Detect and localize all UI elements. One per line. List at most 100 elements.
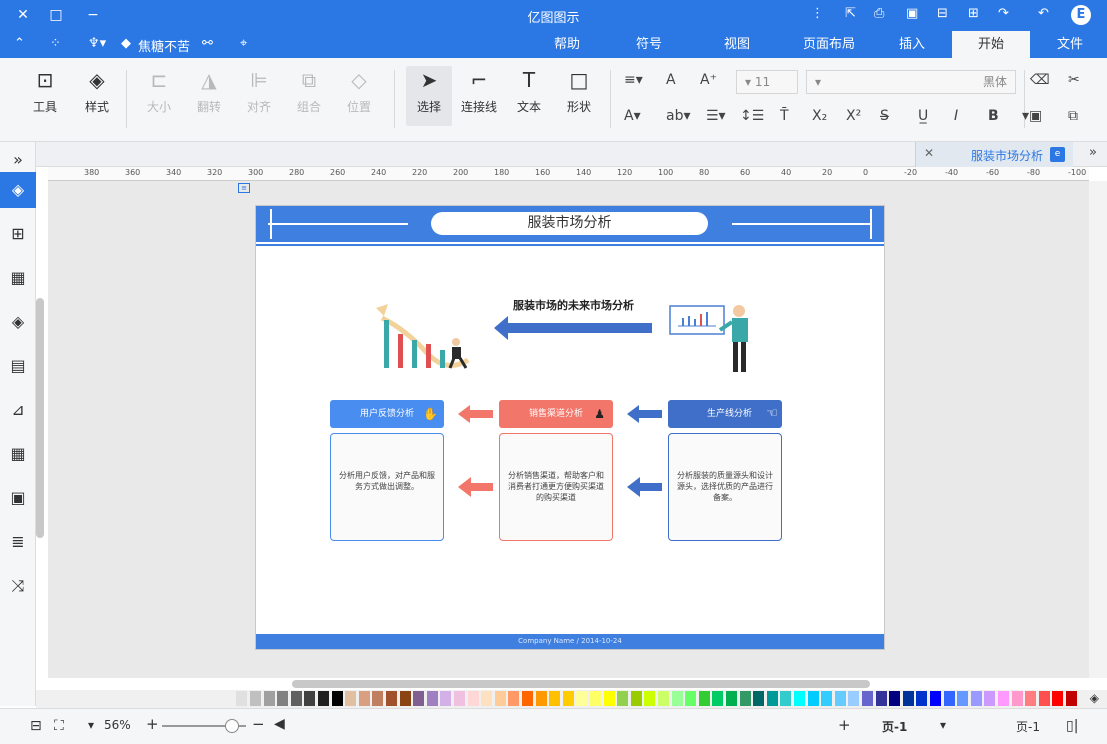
tab-view[interactable]: 视图 <box>700 31 774 58</box>
sidebar-scrollbar[interactable] <box>36 298 44 538</box>
tab-file[interactable]: 文件 <box>1033 31 1107 58</box>
tab-page-layout[interactable]: 页面布局 <box>786 31 872 58</box>
color-swatch[interactable] <box>562 691 574 706</box>
color-swatch[interactable] <box>331 691 343 706</box>
color-swatch[interactable] <box>930 691 941 706</box>
add-page-icon[interactable]: + <box>838 716 851 734</box>
fit-page-icon[interactable]: ⊟ <box>30 718 42 734</box>
underline-icon[interactable]: U̲ <box>918 108 928 124</box>
color-swatch[interactable] <box>998 691 1009 706</box>
tab-symbol[interactable]: 符号 <box>612 31 686 58</box>
color-swatch[interactable] <box>413 691 425 706</box>
cut-icon[interactable]: ✂ <box>1068 72 1080 88</box>
sales-channel-header[interactable]: 销售渠道分析 ♟ <box>499 400 613 428</box>
color-swatch[interactable] <box>576 691 588 706</box>
color-swatch[interactable] <box>1038 691 1050 706</box>
highlight-icon[interactable]: ab▾ <box>666 108 691 124</box>
color-swatch[interactable] <box>630 691 642 706</box>
page-icon[interactable]: ▤ <box>6 354 30 378</box>
color-swatch[interactable] <box>916 691 928 706</box>
print-icon[interactable]: ⎙ <box>874 6 884 21</box>
color-swatch[interactable] <box>943 691 955 706</box>
zoom-dropdown-icon[interactable]: ▾ <box>88 718 94 732</box>
tools-button[interactable]: ⊡ 工具 <box>22 66 68 115</box>
outline-icon[interactable]: ≣ <box>6 530 30 554</box>
color-swatch[interactable] <box>603 691 615 706</box>
color-swatch[interactable] <box>766 691 778 706</box>
color-swatch[interactable] <box>821 691 833 706</box>
color-swatch[interactable] <box>957 691 969 706</box>
font-shrink-icon[interactable]: A <box>666 72 676 88</box>
tab-help[interactable]: 帮助 <box>530 31 604 58</box>
color-swatch[interactable] <box>889 691 901 706</box>
document-tab[interactable]: ✕ 服装市场分析 e <box>915 142 1073 167</box>
color-swatch[interactable] <box>698 691 710 706</box>
text-format-icon[interactable]: T̄ <box>780 108 789 124</box>
size-button[interactable]: ⊏ 大小 <box>136 66 182 115</box>
vertical-scroll-track[interactable] <box>1089 181 1107 678</box>
subscript-icon[interactable]: X₂ <box>812 108 827 124</box>
color-swatch[interactable] <box>440 691 452 706</box>
align-button[interactable]: ⊫ 对齐 <box>236 66 282 115</box>
table-icon[interactable]: ▦ <box>6 442 30 466</box>
page-tab[interactable]: 页-1 <box>882 718 907 735</box>
color-swatch[interactable] <box>399 691 411 706</box>
color-swatch[interactable] <box>984 691 996 706</box>
horizontal-scrollbar[interactable] <box>292 680 870 688</box>
font-size-select[interactable]: ▾ 11 <box>736 70 798 94</box>
pin-icon[interactable]: ⌖ <box>240 36 247 51</box>
color-swatch[interactable] <box>304 691 316 706</box>
style-button[interactable]: ◈ 样式 <box>74 66 120 115</box>
open-icon[interactable]: ⊟ <box>937 6 948 21</box>
color-swatch[interactable] <box>671 691 683 706</box>
connector-button[interactable]: ⌐ 连接线 <box>456 66 502 115</box>
share-icon[interactable]: ⚯ <box>202 36 213 51</box>
color-swatch[interactable] <box>508 691 520 706</box>
color-swatch[interactable] <box>386 691 397 706</box>
undo-icon[interactable]: ↶ <box>1038 6 1049 21</box>
position-button[interactable]: ◇ 位置 <box>336 66 382 115</box>
line-spacing-icon[interactable]: ↕☰ <box>740 108 764 124</box>
close-tab-icon[interactable]: ✕ <box>924 146 934 160</box>
color-swatch[interactable] <box>875 691 887 706</box>
color-swatch[interactable] <box>535 691 547 706</box>
user-feedback-header[interactable]: 用户反馈分析 ✋ <box>330 400 444 428</box>
save-icon[interactable]: ▣ <box>906 6 918 21</box>
font-name-select[interactable]: ▾ 黑体 <box>806 70 1016 94</box>
image-icon[interactable]: ▦ <box>6 266 30 290</box>
color-swatch[interactable] <box>1025 691 1037 706</box>
play-icon[interactable]: ◀ <box>274 716 285 732</box>
font-color-icon[interactable]: A▾ <box>624 108 641 124</box>
color-swatch[interactable] <box>848 691 860 706</box>
zoom-slider-handle[interactable] <box>225 719 239 733</box>
color-swatch[interactable] <box>481 691 493 706</box>
list-icon[interactable]: ☰▾ <box>706 108 726 124</box>
copy-icon[interactable]: ⧉ <box>1068 108 1078 124</box>
expand-panel-icon[interactable]: » <box>6 148 30 172</box>
font-grow-icon[interactable]: A⁺ <box>700 72 717 88</box>
color-swatch[interactable] <box>617 691 629 706</box>
layers-icon[interactable]: ◈ <box>6 310 30 334</box>
color-swatch[interactable] <box>549 691 561 706</box>
strikethrough-icon[interactable]: S̶ <box>880 108 889 124</box>
user-name[interactable]: 焦糖不苦 <box>138 36 190 55</box>
zoom-level[interactable]: 56% <box>104 718 131 732</box>
color-swatch[interactable] <box>685 691 697 706</box>
production-analysis-header[interactable]: 生产线分析 ☜ <box>668 400 782 428</box>
color-swatch[interactable] <box>712 691 724 706</box>
menu-more-icon[interactable]: ⋮ <box>811 6 824 21</box>
format-painter-icon[interactable]: ⌫ <box>1030 72 1050 88</box>
color-swatch[interactable] <box>658 691 669 706</box>
skin-icon[interactable]: ♆▾ <box>88 36 106 51</box>
diagram-page[interactable]: 服装市场分析 服装市场的未来市场分析 生产线分析 ☜ 销售渠道分析 ♟ 用户反馈… <box>255 205 885 650</box>
color-swatch[interactable] <box>753 691 765 706</box>
color-swatch[interactable] <box>726 691 737 706</box>
diagram-subtitle[interactable]: 服装市场的未来市场分析 <box>513 297 634 313</box>
fullscreen-icon[interactable]: ⛶ <box>54 718 64 734</box>
color-swatch[interactable] <box>250 691 261 706</box>
color-swatch[interactable] <box>970 691 982 706</box>
group-button[interactable]: ⧉ 组合 <box>286 66 332 115</box>
color-swatch[interactable] <box>807 691 819 706</box>
zoom-in-icon[interactable]: + <box>146 715 159 733</box>
main-arrow[interactable] <box>494 316 654 340</box>
